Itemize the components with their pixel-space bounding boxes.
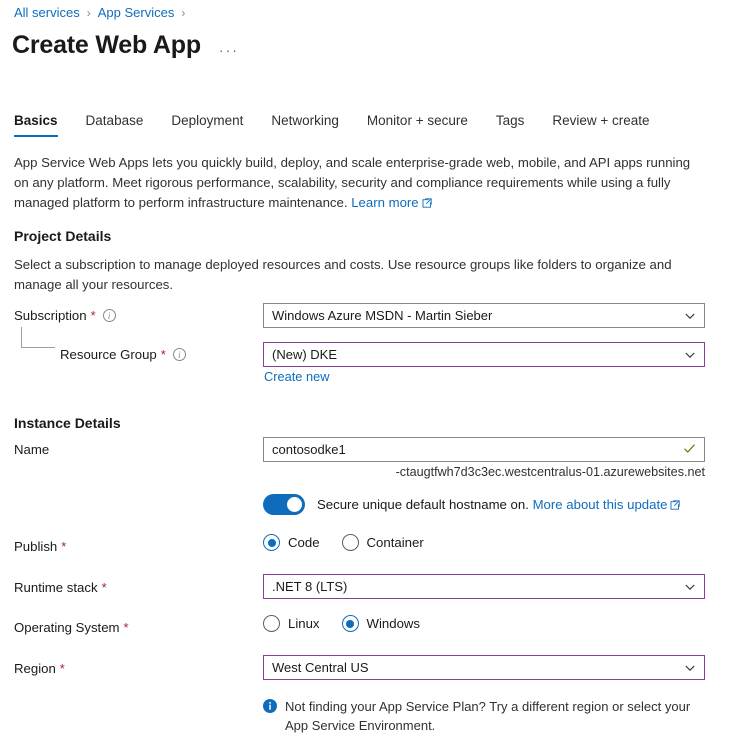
region-select[interactable]: West Central US xyxy=(263,655,705,680)
external-link-icon xyxy=(670,498,680,513)
publish-option-code-label: Code xyxy=(288,535,320,550)
resource-group-label-text: Resource Group xyxy=(60,347,157,362)
secure-hostname-text: Secure unique default hostname on. More … xyxy=(317,497,680,513)
subscription-label: Subscription * i xyxy=(14,308,116,323)
tab-database[interactable]: Database xyxy=(86,113,144,137)
subscription-value: Windows Azure MSDN - Martin Sieber xyxy=(272,308,678,323)
name-value: contosodke1 xyxy=(272,442,677,457)
breadcrumb-item-app-services[interactable]: App Services xyxy=(98,4,175,22)
operating-system-radio-group: Linux Windows xyxy=(263,615,442,632)
secure-hostname-toggle-row: Secure unique default hostname on. More … xyxy=(263,494,680,515)
create-new-resource-group-link[interactable]: Create new xyxy=(264,369,329,384)
required-marker: * xyxy=(60,661,65,676)
breadcrumb: All services › App Services › xyxy=(14,4,192,22)
chevron-down-icon xyxy=(684,662,696,674)
tab-review-create[interactable]: Review + create xyxy=(552,113,649,137)
chevron-down-icon xyxy=(684,581,696,593)
breadcrumb-item-all-services[interactable]: All services xyxy=(14,4,80,22)
learn-more-label: Learn more xyxy=(351,195,418,210)
name-label: Name xyxy=(14,442,49,457)
tab-deployment[interactable]: Deployment xyxy=(171,113,243,137)
page-header: Create Web App ··· xyxy=(12,29,239,61)
subscription-label-text: Subscription xyxy=(14,308,87,323)
more-about-update-label: More about this update xyxy=(533,497,668,512)
required-marker: * xyxy=(61,539,66,554)
operating-system-label: Operating System * xyxy=(14,620,129,635)
chevron-down-icon xyxy=(684,349,696,361)
operating-system-label-text: Operating System xyxy=(14,620,120,635)
resource-group-value: (New) DKE xyxy=(272,347,678,362)
breadcrumb-separator-icon: › xyxy=(87,4,91,22)
name-input[interactable]: contosodke1 xyxy=(263,437,705,462)
learn-more-link[interactable]: Learn more xyxy=(351,195,431,210)
runtime-stack-label-text: Runtime stack xyxy=(14,580,98,595)
tab-monitor-secure[interactable]: Monitor + secure xyxy=(367,113,468,137)
os-option-windows-label: Windows xyxy=(367,616,421,631)
project-details-heading: Project Details xyxy=(14,228,111,244)
valid-check-icon xyxy=(683,442,696,458)
publish-label-text: Publish xyxy=(14,539,57,554)
tab-tags[interactable]: Tags xyxy=(496,113,525,137)
info-circle-icon xyxy=(263,699,277,718)
os-option-linux[interactable]: Linux xyxy=(263,615,320,632)
required-marker: * xyxy=(124,620,129,635)
required-marker: * xyxy=(91,308,96,323)
external-link-icon xyxy=(422,194,432,214)
publish-option-container-label: Container xyxy=(367,535,424,550)
region-label: Region * xyxy=(14,661,65,676)
secure-hostname-toggle[interactable] xyxy=(263,494,305,515)
info-icon[interactable]: i xyxy=(173,348,186,361)
radio-icon xyxy=(263,615,280,632)
radio-icon xyxy=(342,534,359,551)
secure-hostname-label: Secure unique default hostname on. xyxy=(317,497,529,512)
more-options-icon[interactable]: ··· xyxy=(219,44,239,56)
runtime-stack-value: .NET 8 (LTS) xyxy=(272,579,678,594)
subscription-select[interactable]: Windows Azure MSDN - Martin Sieber xyxy=(263,303,705,328)
os-option-linux-label: Linux xyxy=(288,616,320,631)
publish-radio-group: Code Container xyxy=(263,534,446,551)
name-label-text: Name xyxy=(14,442,49,457)
radio-icon xyxy=(342,615,359,632)
intro-paragraph: App Service Web Apps lets you quickly bu… xyxy=(14,153,704,214)
project-details-description: Select a subscription to manage deployed… xyxy=(14,255,709,295)
tab-bar: Basics Database Deployment Networking Mo… xyxy=(14,113,650,137)
toggle-knob xyxy=(287,497,302,512)
name-suffix: -ctaugtfwh7d3c3ec.westcentralus-01.azure… xyxy=(263,465,705,479)
required-marker: * xyxy=(102,580,107,595)
tree-connector xyxy=(21,327,55,348)
region-info-text: Not finding your App Service Plan? Try a… xyxy=(285,697,703,735)
radio-icon xyxy=(263,534,280,551)
instance-details-heading: Instance Details xyxy=(14,415,121,431)
runtime-stack-label: Runtime stack * xyxy=(14,580,107,595)
page-title: Create Web App xyxy=(12,29,201,61)
chevron-down-icon xyxy=(684,310,696,322)
publish-option-code[interactable]: Code xyxy=(263,534,320,551)
more-about-update-link[interactable]: More about this update xyxy=(533,497,681,512)
resource-group-label: Resource Group * i xyxy=(60,347,186,362)
region-info-note: Not finding your App Service Plan? Try a… xyxy=(263,697,703,735)
publish-option-container[interactable]: Container xyxy=(342,534,424,551)
region-value: West Central US xyxy=(272,660,678,675)
runtime-stack-select[interactable]: .NET 8 (LTS) xyxy=(263,574,705,599)
breadcrumb-separator-icon: › xyxy=(181,4,185,22)
info-icon[interactable]: i xyxy=(103,309,116,322)
region-label-text: Region xyxy=(14,661,56,676)
publish-label: Publish * xyxy=(14,539,66,554)
os-option-windows[interactable]: Windows xyxy=(342,615,421,632)
resource-group-select[interactable]: (New) DKE xyxy=(263,342,705,367)
tab-basics[interactable]: Basics xyxy=(14,113,58,137)
tab-networking[interactable]: Networking xyxy=(271,113,339,137)
create-web-app-page: All services › App Services › Create Web… xyxy=(0,0,730,750)
required-marker: * xyxy=(161,347,166,362)
